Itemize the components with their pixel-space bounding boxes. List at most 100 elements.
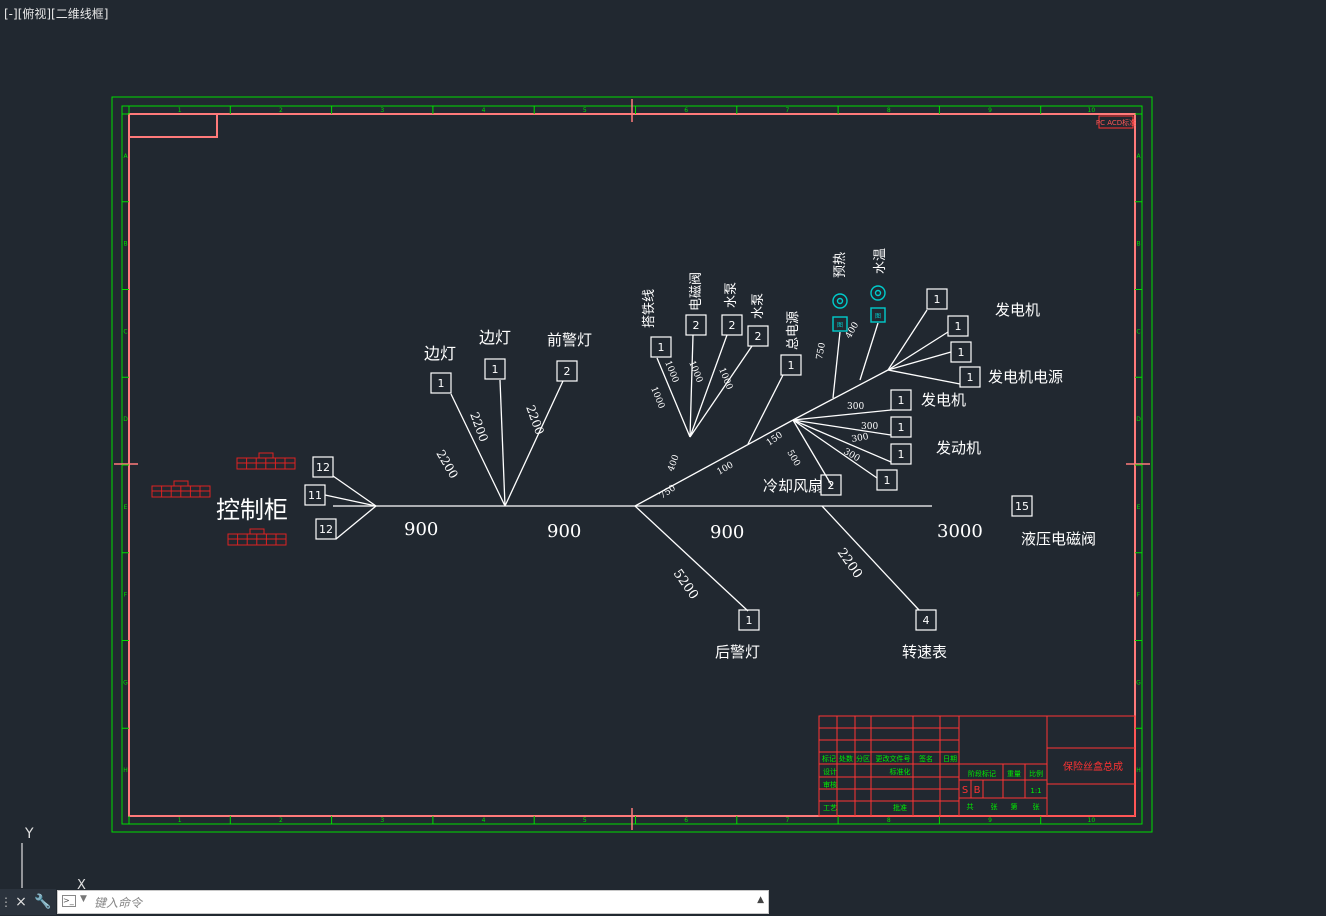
tb-header-2: 处数 — [839, 754, 853, 763]
box-solenoid: 2 — [693, 319, 700, 332]
red-connector-block — [151, 480, 211, 498]
label-edge-lamp-1: 边灯 — [424, 344, 456, 363]
grid-label-right: B — [1136, 241, 1140, 248]
grid-label-top: 2 — [279, 107, 283, 114]
length-tachometer: 2200 — [834, 546, 865, 582]
length-branch-400: 400 — [666, 453, 681, 473]
grid-label-left: C — [123, 328, 127, 335]
grid-label-bottom: 3 — [380, 817, 384, 824]
box-gen-1: 1 — [934, 293, 941, 306]
tb-role-3: 审核 — [823, 780, 837, 789]
length-engine-3: 300 — [851, 432, 870, 445]
box-engine-4: 1 — [884, 474, 891, 487]
grid-label-right: A — [1136, 153, 1141, 160]
grid-label-top: 7 — [786, 107, 790, 114]
box-main-power: 1 — [788, 359, 795, 372]
tb-stage-2: B — [974, 785, 981, 796]
grid-label-left: H — [123, 767, 128, 774]
length-branch-750: 750 — [658, 483, 678, 501]
sensor-block-1: 图 — [837, 322, 843, 329]
length-branch-100: 100 — [716, 460, 736, 477]
drawing-border — [128, 113, 1136, 817]
terminal-icon[interactable]: >_ — [62, 895, 76, 907]
grid-label-right: G — [1136, 679, 1141, 686]
length-rear-lamp: 5200 — [670, 567, 701, 603]
label-main-power: 总电源 — [786, 311, 801, 350]
label-tachometer: 转速表 — [902, 643, 947, 661]
wrench-icon[interactable]: 🔧 — [30, 889, 56, 915]
title-block-grid — [819, 716, 959, 816]
box-gen-2: 1 — [955, 320, 962, 333]
grid-label-bottom: 7 — [786, 817, 790, 824]
box-edge-lamp-2: 1 — [492, 363, 499, 376]
grip-handle[interactable]: ⋮ — [0, 889, 12, 915]
box-cooling-fan: 2 — [828, 479, 835, 492]
command-input[interactable] — [92, 892, 746, 914]
length-preheat: 750 — [815, 342, 828, 361]
command-input-box: >_ ▼ ▲ — [57, 890, 769, 914]
length-engine-4: 300 — [842, 447, 862, 464]
grid-label-right: D — [1136, 416, 1141, 423]
box-edge-lamp-1: 1 — [438, 377, 445, 390]
box-gen-3: 1 — [958, 346, 965, 359]
box-tachometer: 4 — [923, 614, 930, 627]
label-generator-2: 发电机 — [921, 391, 966, 409]
box-rear-lamp: 1 — [746, 614, 753, 627]
label-ground: 搭铁线 — [641, 289, 657, 328]
grid-label-top: 1 — [178, 107, 182, 114]
box-left-1: 12 — [316, 461, 330, 474]
label-rear-lamp: 后警灯 — [715, 643, 760, 661]
tb-header-3: 分区 — [856, 754, 870, 763]
grid-label-top: 3 — [380, 107, 384, 114]
label-preheat: 预热 — [833, 252, 848, 278]
label-control-cabinet: 控制柜 — [216, 496, 288, 524]
tb-stage-1: S — [962, 785, 968, 796]
tb-sheet-4: 张 — [1033, 802, 1040, 811]
grid-label-bottom: 10 — [1088, 817, 1096, 824]
grid-label-top: 5 — [583, 107, 587, 114]
box-engine-1: 1 — [898, 394, 905, 407]
label-edge-lamp-2: 边灯 — [479, 328, 511, 347]
tb-title: 保险丝盒总成 — [1063, 760, 1123, 773]
drawing-canvas[interactable]: 1122334455667788991010A AB BC CD DE EF FG GH H P… — [0, 0, 1326, 916]
grid-label-bottom: 9 — [988, 817, 992, 824]
grid-label-left: D — [123, 416, 128, 423]
wire-harness — [324, 309, 961, 612]
scroll-up-icon[interactable]: ▲ — [757, 895, 764, 905]
grid-label-right: F — [1137, 592, 1141, 599]
grid-label-right: E — [1137, 504, 1141, 511]
label-front-lamp: 前警灯 — [547, 331, 592, 349]
box-left-3: 12 — [319, 523, 333, 536]
length-upper-1: 1000 — [648, 385, 666, 410]
length-upper-2: 1000 — [662, 359, 680, 384]
grid-label-bottom: 1 — [178, 817, 182, 824]
command-line: ⋮ × 🔧 >_ ▼ ▲ — [0, 889, 770, 915]
length-edge-2: 2200 — [467, 410, 491, 443]
grid-label-bottom: 5 — [583, 817, 587, 824]
length-engine-1: 300 — [847, 402, 864, 412]
outer-frame — [111, 96, 1153, 833]
box-front-lamp: 2 — [564, 365, 571, 378]
trunk-length-1: 900 — [404, 519, 438, 540]
grid-label-bottom: 6 — [684, 817, 688, 824]
grid-label-top: 9 — [988, 107, 992, 114]
grid-label-bottom: 2 — [279, 817, 283, 824]
length-upper-4: 1000 — [716, 366, 734, 391]
close-icon[interactable]: × — [12, 889, 30, 915]
box-pump-2: 2 — [755, 330, 762, 343]
box-gen-4: 1 — [967, 371, 974, 384]
length-upper-3: 1000 — [686, 359, 704, 384]
grid-label-left: B — [123, 241, 127, 248]
box-hydraulic: 15 — [1015, 500, 1029, 513]
label-water-temp: 水温 — [873, 248, 888, 274]
tb-info-1: 阶段标记 — [968, 769, 996, 778]
label-generator-1: 发电机 — [995, 301, 1040, 319]
chevron-down-icon[interactable]: ▼ — [80, 894, 87, 904]
length-front: 2200 — [523, 403, 547, 436]
trunk-length-3: 900 — [710, 522, 744, 543]
tb-sheet-2: 张 — [991, 802, 998, 811]
label-engine: 发动机 — [936, 439, 981, 457]
grid-label-top: 4 — [482, 107, 486, 114]
tb-header-6: 日期 — [943, 755, 957, 763]
corner-box — [129, 114, 218, 138]
